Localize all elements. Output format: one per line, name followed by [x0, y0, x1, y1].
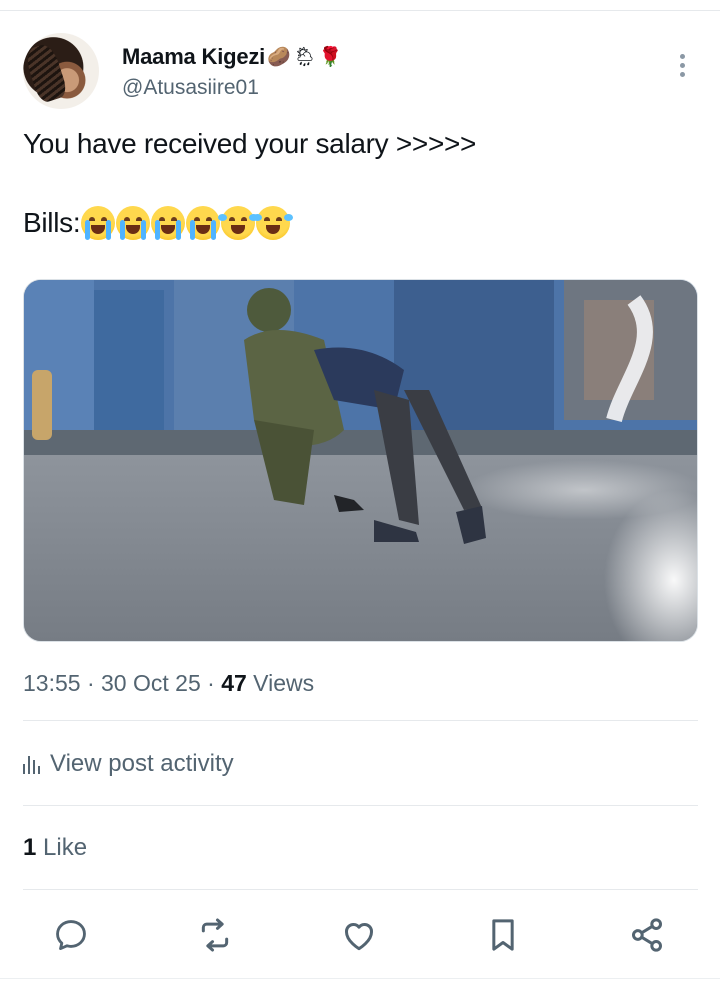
post-text-line-1: You have received your salary >>>>> [23, 128, 477, 159]
repost-icon [201, 918, 229, 952]
author-name-row[interactable]: Maama Kigezi 🥔 🌦 🌹 [122, 44, 343, 70]
action-bar [0, 910, 720, 960]
face-with-tears-of-joy-emoji [253, 206, 294, 240]
share-icon [632, 918, 662, 952]
meta-separator: · [200, 670, 222, 696]
repost-button[interactable] [193, 910, 237, 960]
post-time[interactable]: 13:55 [23, 670, 81, 696]
loudly-crying-face-emoji [81, 206, 116, 240]
divider [23, 889, 698, 890]
loudly-crying-face-emoji [151, 206, 186, 240]
reply-icon [56, 920, 86, 951]
like-icon [345, 922, 373, 951]
sun-behind-rain-cloud-emoji: 🌦 [292, 45, 317, 68]
post-text-line-2: Bills: [23, 206, 294, 240]
post-meta: 13:55 · 30 Oct 25 · 47 Views [23, 670, 314, 697]
post-date[interactable]: 30 Oct 25 [101, 670, 201, 696]
author-display-name[interactable]: Maama Kigezi [122, 44, 265, 70]
like-button[interactable] [337, 910, 381, 960]
views-count: 47 [221, 670, 247, 696]
meta-separator: · [80, 670, 102, 696]
view-post-activity-label: View post activity [50, 750, 234, 777]
more-options-icon[interactable] [668, 50, 696, 80]
views-label: Views [246, 670, 315, 696]
riot-police-carrying-man-photo [24, 280, 697, 641]
divider [23, 720, 698, 721]
top-divider [0, 10, 720, 11]
share-button[interactable] [625, 910, 669, 960]
bottom-divider [0, 978, 720, 979]
rose-emoji: 🌹 [318, 45, 343, 68]
potato-emoji: 🥔 [267, 45, 291, 68]
author-handle[interactable]: @Atusasiire01 [122, 76, 259, 100]
avatar[interactable] [23, 33, 99, 109]
likes-count: 1 [23, 834, 37, 861]
post-bills-label: Bills: [23, 207, 81, 238]
view-post-activity-button[interactable]: View post activity [23, 750, 234, 778]
loudly-crying-face-emoji [186, 206, 221, 240]
likes-count-link[interactable]: 1 Like [23, 834, 87, 862]
face-with-tears-of-joy-emoji [218, 206, 259, 240]
bookmark-icon [492, 919, 514, 951]
likes-label: Like [36, 834, 88, 861]
divider [23, 805, 698, 806]
post-image[interactable] [23, 279, 698, 642]
reply-button[interactable] [49, 910, 93, 960]
post-emojis [81, 206, 294, 240]
loudly-crying-face-emoji [116, 206, 151, 240]
bookmark-button[interactable] [481, 910, 525, 960]
analytics-icon [23, 754, 40, 774]
